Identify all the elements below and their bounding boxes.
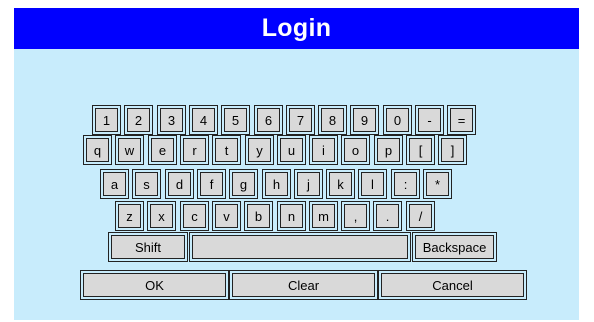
key-s[interactable]: s xyxy=(132,169,161,199)
key-9[interactable]: 9 xyxy=(350,105,379,135)
key-h[interactable]: h xyxy=(262,169,291,199)
key-k[interactable]: k xyxy=(326,169,355,199)
key-1[interactable]: 1 xyxy=(92,105,121,135)
key-b[interactable]: b xyxy=(244,201,273,231)
key-p[interactable]: p xyxy=(374,135,403,165)
key-3[interactable]: 3 xyxy=(157,105,186,135)
key-q[interactable]: q xyxy=(83,135,112,165)
key-o[interactable]: o xyxy=(341,135,370,165)
key-slash[interactable]: / xyxy=(406,201,435,231)
title-bar: Login xyxy=(14,8,579,49)
clear-button[interactable]: Clear xyxy=(229,270,378,300)
key-left-bracket[interactable]: [ xyxy=(406,135,435,165)
space-key[interactable] xyxy=(189,232,411,262)
key-6[interactable]: 6 xyxy=(254,105,283,135)
key-minus[interactable]: - xyxy=(415,105,444,135)
key-w[interactable]: w xyxy=(115,135,144,165)
key-2[interactable]: 2 xyxy=(124,105,153,135)
key-l[interactable]: l xyxy=(358,169,387,199)
key-4[interactable]: 4 xyxy=(189,105,218,135)
key-y[interactable]: y xyxy=(245,135,274,165)
key-c[interactable]: c xyxy=(180,201,209,231)
key-r[interactable]: r xyxy=(180,135,209,165)
key-j[interactable]: j xyxy=(294,169,323,199)
key-right-bracket[interactable]: ] xyxy=(438,135,467,165)
key-e[interactable]: e xyxy=(148,135,177,165)
cancel-button[interactable]: Cancel xyxy=(378,270,527,300)
key-colon[interactable]: : xyxy=(391,169,420,199)
key-asterisk[interactable]: * xyxy=(423,169,452,199)
key-a[interactable]: a xyxy=(100,169,129,199)
key-period[interactable]: . xyxy=(373,201,402,231)
key-x[interactable]: x xyxy=(147,201,176,231)
key-n[interactable]: n xyxy=(277,201,306,231)
key-u[interactable]: u xyxy=(277,135,306,165)
key-7[interactable]: 7 xyxy=(286,105,315,135)
key-g[interactable]: g xyxy=(229,169,258,199)
key-z[interactable]: z xyxy=(115,201,144,231)
backspace-key[interactable]: Backspace xyxy=(412,232,497,262)
key-v[interactable]: v xyxy=(212,201,241,231)
key-equals[interactable]: = xyxy=(447,105,476,135)
key-comma[interactable]: , xyxy=(341,201,370,231)
login-panel: Login 1 2 3 4 5 6 7 8 9 0- = q w e r t y u i o p[] asdfghjk… xyxy=(14,8,579,320)
window-title: Login xyxy=(261,14,332,42)
key-0[interactable]: 0 xyxy=(383,105,412,135)
key-i[interactable]: i xyxy=(309,135,338,165)
key-m[interactable]: m xyxy=(309,201,338,231)
key-f[interactable]: f xyxy=(197,169,226,199)
shift-key[interactable]: Shift xyxy=(108,232,188,262)
key-5[interactable]: 5 xyxy=(221,105,250,135)
key-d[interactable]: d xyxy=(165,169,194,199)
key-t[interactable]: t xyxy=(212,135,241,165)
key-8[interactable]: 8 xyxy=(318,105,347,135)
ok-button[interactable]: OK xyxy=(80,270,229,300)
